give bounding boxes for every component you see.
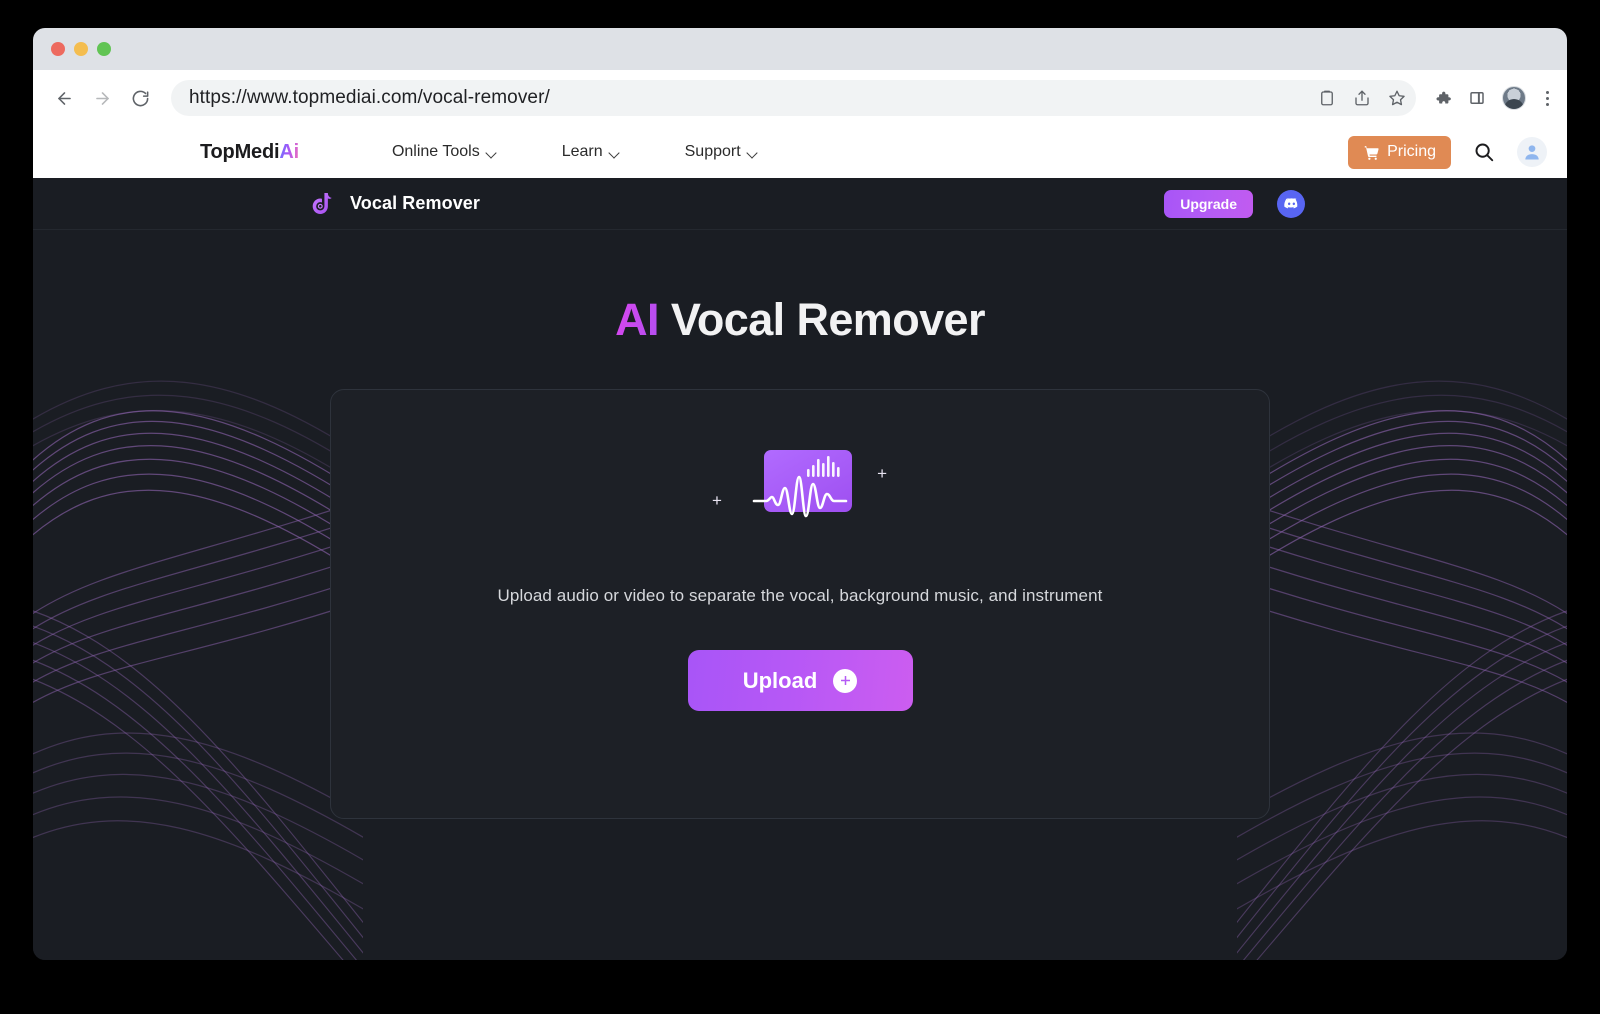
brand-main-text: TopMedi bbox=[200, 140, 280, 163]
kebab-menu-icon[interactable] bbox=[1542, 90, 1553, 106]
window-titlebar bbox=[33, 28, 1567, 70]
upgrade-label: Upgrade bbox=[1180, 195, 1237, 212]
bookmark-star-icon[interactable] bbox=[1388, 89, 1406, 107]
address-bar-actions bbox=[1318, 80, 1406, 116]
user-avatar-icon[interactable] bbox=[1517, 137, 1547, 167]
plus-circle-icon bbox=[833, 668, 858, 693]
maximize-button[interactable] bbox=[97, 42, 111, 56]
vocal-remover-logo-icon bbox=[312, 192, 332, 215]
site-navbar-right: Pricing bbox=[1348, 135, 1547, 169]
pricing-button[interactable]: Pricing bbox=[1348, 135, 1451, 169]
page-content: AI Vocal Remover + + Upload audio or vid… bbox=[33, 230, 1567, 960]
plus-decoration-right: + bbox=[877, 464, 887, 483]
url-text: https://www.topmediai.com/vocal-remover/ bbox=[189, 87, 550, 108]
app-branding[interactable]: Vocal Remover bbox=[311, 190, 480, 217]
back-arrow-icon[interactable] bbox=[47, 81, 81, 115]
browser-toolbar: https://www.topmediai.com/vocal-remover/ bbox=[33, 70, 1567, 126]
address-bar[interactable]: https://www.topmediai.com/vocal-remover/ bbox=[171, 80, 1416, 116]
extensions-puzzle-icon[interactable] bbox=[1434, 89, 1452, 107]
nav-item-learn[interactable]: Learn bbox=[562, 143, 621, 161]
nav-item-label: Learn bbox=[561, 143, 603, 160]
upload-button-label: Upload bbox=[742, 667, 818, 693]
nav-links: Online Tools Learn Support bbox=[392, 143, 759, 161]
discord-icon bbox=[1283, 197, 1297, 209]
chevron-down-icon bbox=[487, 149, 498, 156]
audio-folder-waveform-icon: + + bbox=[710, 436, 890, 556]
plus-decoration-left: + bbox=[712, 491, 722, 510]
discord-button[interactable] bbox=[1277, 189, 1305, 218]
app-title: Vocal Remover bbox=[350, 193, 481, 213]
site-navbar: TopMediAi Online Tools Learn Support Pri… bbox=[33, 126, 1567, 178]
shopping-cart-icon bbox=[1364, 145, 1379, 160]
page-title: AI Vocal Remover bbox=[33, 294, 1567, 346]
nav-item-online-tools[interactable]: Online Tools bbox=[392, 143, 498, 161]
browser-toolbar-right bbox=[1428, 86, 1553, 110]
upload-description: Upload audio or video to separate the vo… bbox=[497, 586, 1103, 605]
share-icon[interactable] bbox=[1353, 89, 1371, 107]
waveform-icon bbox=[752, 475, 848, 518]
forward-arrow-icon[interactable] bbox=[85, 81, 119, 115]
profile-avatar[interactable] bbox=[1502, 86, 1526, 110]
brand-accent-text: Ai bbox=[279, 140, 299, 163]
minimize-button[interactable] bbox=[74, 42, 88, 56]
upgrade-button[interactable]: Upgrade bbox=[1164, 189, 1253, 218]
site-logo[interactable]: TopMediAi bbox=[200, 141, 299, 164]
clipboard-icon[interactable] bbox=[1318, 89, 1336, 107]
folder-shape bbox=[748, 450, 852, 542]
close-button[interactable] bbox=[51, 42, 65, 56]
browser-window: https://www.topmediai.com/vocal-remover/ bbox=[33, 28, 1567, 960]
pricing-label: Pricing bbox=[1387, 143, 1436, 160]
page-title-accent: AI bbox=[615, 294, 659, 345]
nav-item-label: Online Tools bbox=[391, 143, 480, 160]
nav-item-support[interactable]: Support bbox=[685, 143, 759, 161]
chevron-down-icon bbox=[748, 149, 759, 156]
search-icon[interactable] bbox=[1473, 141, 1495, 163]
nav-item-label: Support bbox=[684, 143, 741, 160]
page-title-rest: Vocal Remover bbox=[670, 294, 986, 345]
side-panel-icon[interactable] bbox=[1468, 89, 1486, 107]
reload-icon[interactable] bbox=[123, 81, 157, 115]
upload-card[interactable]: + + Upload audio or video to separate th… bbox=[330, 389, 1270, 819]
upload-button[interactable]: Upload bbox=[687, 650, 913, 711]
app-bar: Vocal Remover Upgrade bbox=[33, 178, 1567, 230]
app-bar-actions: Upgrade bbox=[1164, 189, 1305, 218]
chevron-down-icon bbox=[610, 149, 621, 156]
